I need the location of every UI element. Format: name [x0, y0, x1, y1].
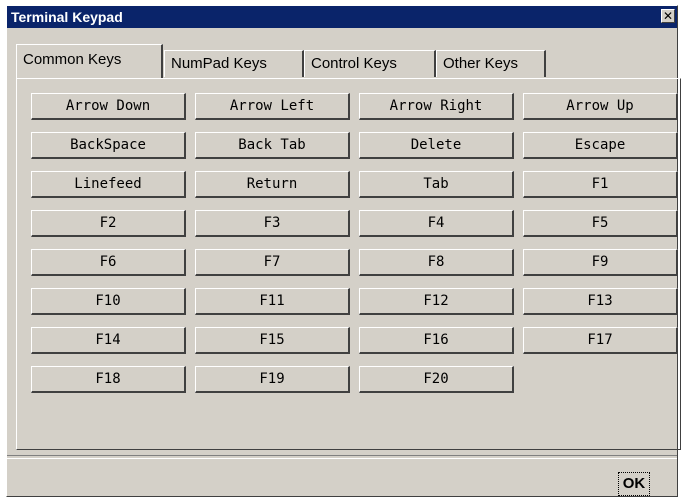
- key-button[interactable]: Arrow Right: [359, 93, 514, 120]
- key-button[interactable]: Escape: [523, 132, 678, 159]
- key-button[interactable]: Arrow Left: [195, 93, 350, 120]
- key-button[interactable]: F14: [31, 327, 186, 354]
- tab-other-keys[interactable]: Other Keys: [436, 50, 546, 77]
- key-button[interactable]: F5: [523, 210, 678, 237]
- key-button[interactable]: F12: [359, 288, 514, 315]
- separator: [7, 455, 677, 459]
- key-button[interactable]: F7: [195, 249, 350, 276]
- key-button[interactable]: Back Tab: [195, 132, 350, 159]
- key-button[interactable]: F9: [523, 249, 678, 276]
- key-button[interactable]: F2: [31, 210, 186, 237]
- close-button[interactable]: ✕: [661, 9, 675, 23]
- key-button[interactable]: F16: [359, 327, 514, 354]
- key-button[interactable]: F3: [195, 210, 350, 237]
- key-button[interactable]: Arrow Up: [523, 93, 678, 120]
- key-button[interactable]: F1: [523, 171, 678, 198]
- key-button[interactable]: Return: [195, 171, 350, 198]
- close-icon: ✕: [662, 9, 674, 23]
- window-title: Terminal Keypad: [11, 9, 123, 25]
- key-button[interactable]: F8: [359, 249, 514, 276]
- key-button[interactable]: F20: [359, 366, 514, 393]
- key-button[interactable]: F11: [195, 288, 350, 315]
- key-button[interactable]: F18: [31, 366, 186, 393]
- key-button[interactable]: F4: [359, 210, 514, 237]
- ok-button[interactable]: OK: [618, 472, 650, 496]
- key-button[interactable]: F17: [523, 327, 678, 354]
- terminal-keypad-window: Terminal Keypad ✕ Common Keys NumPad Key…: [6, 5, 681, 497]
- key-button[interactable]: F6: [31, 249, 186, 276]
- key-button[interactable]: Delete: [359, 132, 514, 159]
- tab-control-keys[interactable]: Control Keys: [304, 50, 436, 77]
- key-button[interactable]: Linefeed: [31, 171, 186, 198]
- key-button[interactable]: F15: [195, 327, 350, 354]
- tab-common-keys[interactable]: Common Keys: [16, 44, 163, 78]
- key-button[interactable]: F10: [31, 288, 186, 315]
- title-bar[interactable]: Terminal Keypad ✕: [7, 6, 677, 28]
- keys-panel: Arrow Down Arrow Left Arrow Right Arrow Up B…: [16, 78, 681, 450]
- key-button[interactable]: Tab: [359, 171, 514, 198]
- key-button[interactable]: F19: [195, 366, 350, 393]
- key-button[interactable]: BackSpace: [31, 132, 186, 159]
- key-button[interactable]: Arrow Down: [31, 93, 186, 120]
- tab-numpad-keys[interactable]: NumPad Keys: [164, 50, 304, 77]
- key-button[interactable]: F13: [523, 288, 678, 315]
